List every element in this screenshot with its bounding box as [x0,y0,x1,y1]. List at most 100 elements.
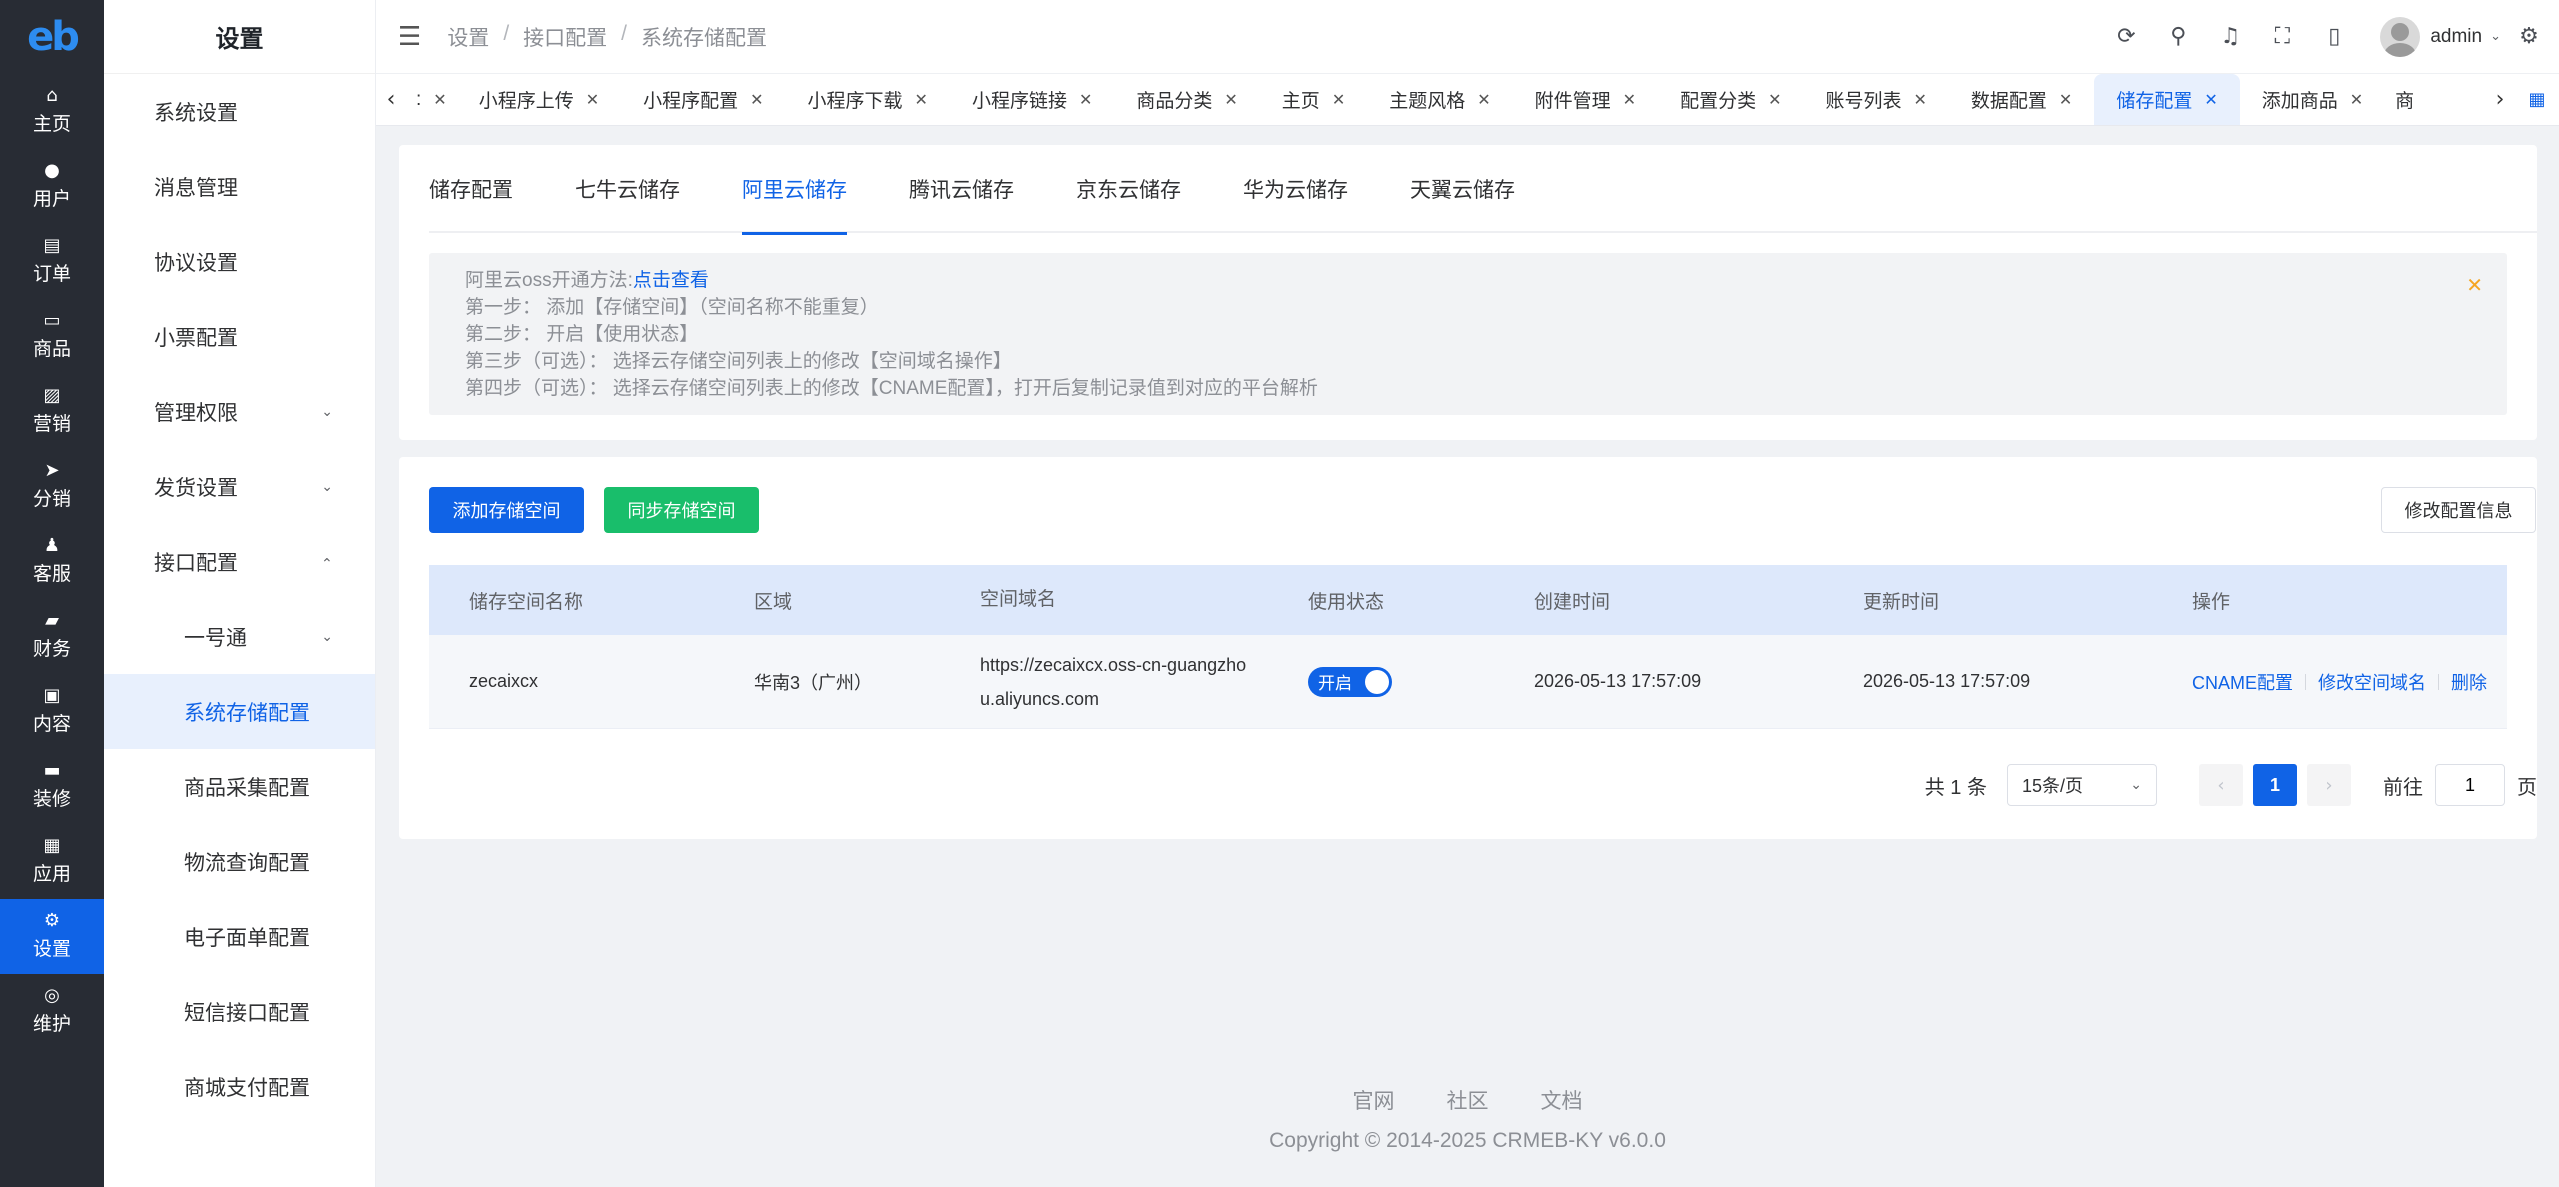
sidebar-item-system-settings[interactable]: 系统设置 [104,74,375,149]
rail-item-label: 营销 [32,414,71,435]
delete-link[interactable]: 删除 [2451,669,2487,695]
close-icon[interactable]: ✕ [1623,90,1636,109]
sidebar-item-permissions[interactable]: 管理权限 ⌄ [104,374,375,449]
mobile-icon[interactable]: ▯ [2308,24,2360,49]
notice-line: 第四步（可选）： 选择云存储空间列表上的修改【CNAME配置】，打开后复制记录值… [465,378,1318,399]
close-icon[interactable]: ✕ [1224,90,1237,109]
close-icon[interactable]: ✕ [586,90,599,109]
rail-item-content[interactable]: ▣ 内容 [0,674,104,749]
sidebar-item-message[interactable]: 消息管理 [104,149,375,224]
tag-item-active[interactable]: 储存配置 ✕ [2094,74,2240,125]
avatar[interactable] [2380,16,2421,57]
bell-icon[interactable]: ♫ [2204,24,2256,49]
tag-item[interactable]: 小程序下载 ✕ [786,74,950,125]
fullscreen-icon[interactable]: ⛶ [2256,24,2308,49]
edit-domain-link[interactable]: 修改空间域名 [2318,669,2426,695]
tab-storage-config[interactable]: 储存配置 [429,145,513,233]
edit-config-button[interactable]: 修改配置信息 [2381,487,2536,533]
rail-item-order[interactable]: ▤ 订单 [0,224,104,299]
rail-item-user[interactable]: ● 用户 [0,149,104,224]
sidebar-item-yihaotong[interactable]: 一号通 ⌄ [104,599,375,674]
tab-tencent[interactable]: 腾讯云储存 [909,145,1014,233]
tags-list: : ✕ 小程序上传 ✕ 小程序配置 ✕ 小程序下载 ✕ 小程序链接 ✕ 商品分类 ✕ 主页 ✕… [406,74,2485,125]
rail-item-home[interactable]: ⌂ 主页 [0,74,104,149]
sidebar-item-waybill[interactable]: 电子面单配置 [104,899,375,974]
tag-item[interactable]: 数据配置 ✕ [1949,74,2094,125]
page-number-current[interactable]: 1 [2253,764,2297,806]
sidebar-item-logistics[interactable]: 物流查询配置 [104,824,375,899]
breadcrumb-item[interactable]: 设置 [447,22,489,52]
chevron-down-icon[interactable]: ⌄ [2490,29,2501,44]
rail-item-settings[interactable]: ⚙ 设置 [0,899,104,974]
goto-page-input[interactable] [2435,764,2505,806]
sidebar-item-shipping[interactable]: 发货设置 ⌄ [104,449,375,524]
close-icon[interactable]: ✕ [1914,90,1927,109]
tag-item[interactable]: 账号列表 ✕ [1803,74,1948,125]
breadcrumb-item[interactable]: 接口配置 [523,22,607,52]
close-icon[interactable]: ✕ [1332,90,1345,109]
gear-icon[interactable]: ⚙ [2509,24,2549,49]
close-icon[interactable]: ✕ [2059,90,2072,109]
tab-qiniu[interactable]: 七牛云储存 [575,145,680,233]
add-storage-button[interactable]: 添加存储空间 [429,487,584,533]
sidebar-item-sms[interactable]: 短信接口配置 [104,974,375,1049]
cname-config-link[interactable]: CNAME配置 [2192,669,2293,695]
tag-item[interactable]: 小程序配置 ✕ [621,74,785,125]
tag-item[interactable]: 主页 ✕ [1260,74,1367,125]
tag-item[interactable]: 添加商品 ✕ [2240,74,2385,125]
sidebar-item-agreement[interactable]: 协议设置 [104,224,375,299]
tag-item[interactable]: : ✕ [406,74,457,125]
footer-link-community[interactable]: 社区 [1447,1085,1489,1115]
close-icon[interactable]: ✕ [2204,90,2217,109]
sidebar-item-interface[interactable]: 接口配置 ⌄ [104,524,375,599]
tag-item[interactable]: 小程序上传 ✕ [457,74,621,125]
search-icon[interactable]: ⚲ [2152,24,2204,49]
close-icon[interactable]: ✕ [2350,90,2363,109]
close-icon[interactable]: ✕ [1079,90,1092,109]
rail-item-service[interactable]: ♟ 客服 [0,524,104,599]
close-icon[interactable]: ✕ [750,90,763,109]
tag-item[interactable]: 主题风格 ✕ [1367,74,1512,125]
rail-item-apps[interactable]: ▦ 应用 [0,824,104,899]
product-icon: ▭ [43,310,61,331]
menu-toggle-icon[interactable]: ☰ [398,22,421,52]
close-icon[interactable]: ✕ [915,90,928,109]
tab-jd[interactable]: 京东云储存 [1076,145,1181,233]
rail-item-marketing[interactable]: ▨ 营销 [0,374,104,449]
rail-item-distribution[interactable]: ➤ 分销 [0,449,104,524]
rail-item-finance[interactable]: ▰ 财务 [0,599,104,674]
sync-storage-button[interactable]: 同步存储空间 [604,487,759,533]
close-icon[interactable]: ✕ [1768,90,1781,109]
tag-item[interactable]: 附件管理 ✕ [1513,74,1658,125]
logo[interactable]: eb [0,0,104,74]
rail-item-decoration[interactable]: ▬ 装修 [0,749,104,824]
tag-item[interactable]: 商品分类 ✕ [1114,74,1259,125]
footer-link-website[interactable]: 官网 [1353,1085,1395,1115]
tag-item[interactable]: 配置分类 ✕ [1658,74,1803,125]
status-switch[interactable]: 开启 [1308,666,1392,697]
close-icon[interactable]: ✕ [433,90,446,109]
sidebar-item-storage[interactable]: 系统存储配置 [104,674,375,749]
close-icon[interactable]: ✕ [2466,273,2483,297]
tab-huawei[interactable]: 华为云储存 [1243,145,1348,233]
tag-item[interactable]: 商 [2385,74,2424,125]
prev-page-button[interactable]: ‹ [2199,764,2243,806]
sidebar-item-receipt[interactable]: 小票配置 [104,299,375,374]
rail-item-maintenance[interactable]: ◎ 维护 [0,974,104,1049]
sidebar-item-collect[interactable]: 商品采集配置 [104,749,375,824]
refresh-icon[interactable]: ⟳ [2100,24,2152,49]
notice-link[interactable]: 点击查看 [633,270,709,291]
footer-link-docs[interactable]: 文档 [1541,1085,1583,1115]
tab-aliyun[interactable]: 阿里云储存 [742,145,847,235]
page-size-select[interactable]: 15条/页 ⌄ [2007,764,2157,806]
grid-icon[interactable]: ▦ [2515,89,2559,110]
next-page-button[interactable]: › [2307,764,2351,806]
tags-scroll-left-icon[interactable]: ‹ [376,87,406,112]
close-icon[interactable]: ✕ [1477,90,1490,109]
tag-item[interactable]: 小程序链接 ✕ [950,74,1114,125]
sidebar-item-payment[interactable]: 商城支付配置 [104,1049,375,1124]
tab-tianyi[interactable]: 天翼云储存 [1410,145,1515,233]
tags-scroll-right-icon[interactable]: › [2485,87,2515,112]
username[interactable]: admin [2430,26,2482,48]
rail-item-product[interactable]: ▭ 商品 [0,299,104,374]
